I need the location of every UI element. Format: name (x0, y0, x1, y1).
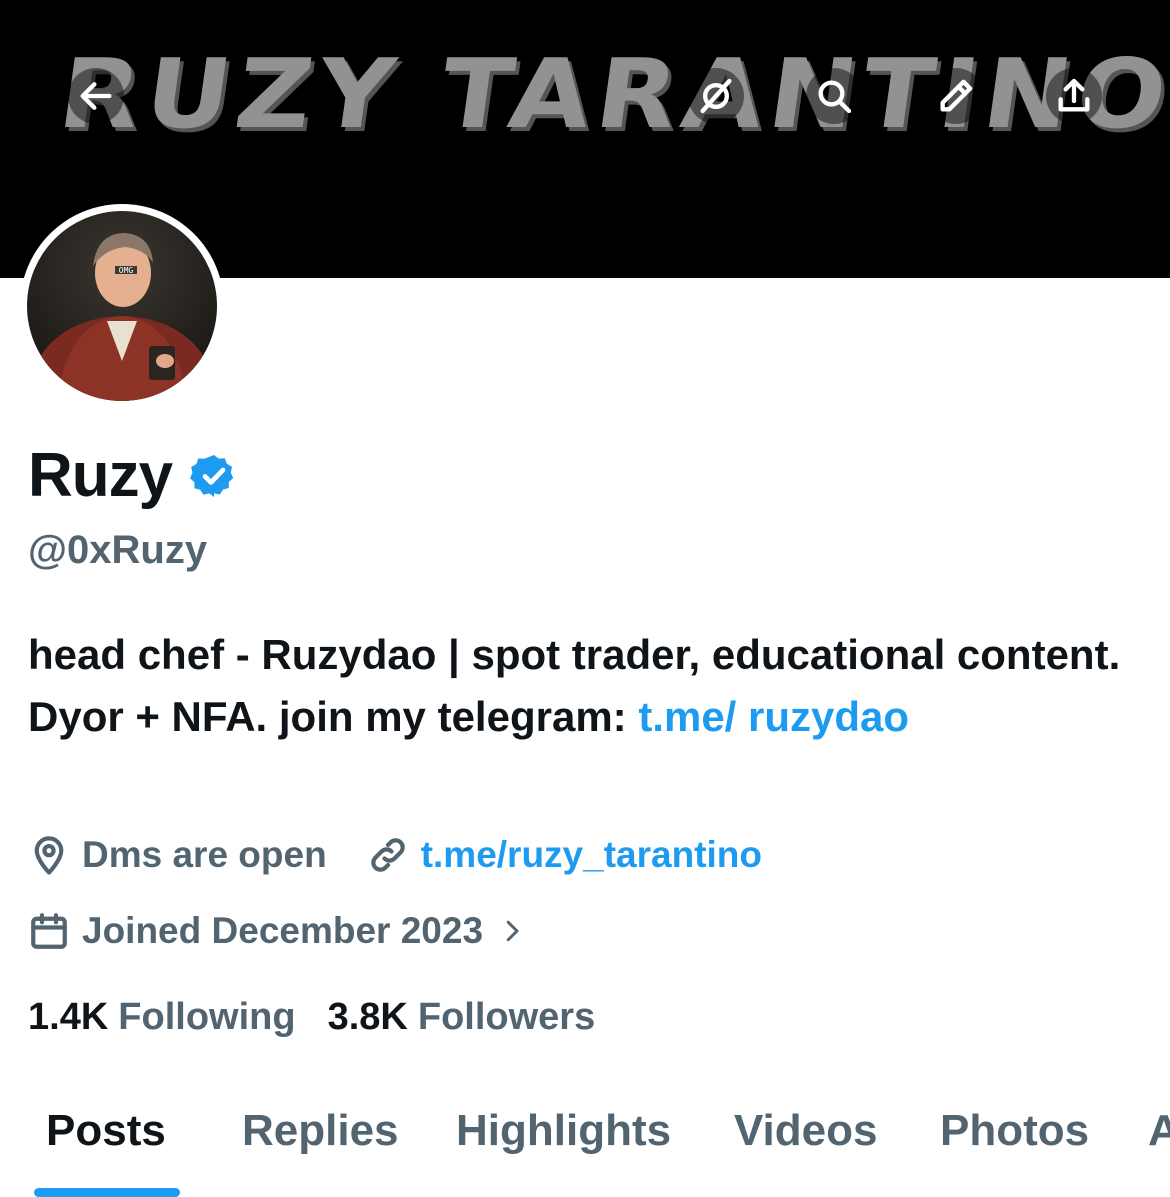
avatar-image: OMG (27, 211, 217, 401)
bio-text: head chef - Ruzydao | spot trader, educa… (28, 631, 1121, 740)
verified-badge-icon[interactable] (190, 452, 238, 500)
tab-articles[interactable]: A (1148, 1106, 1170, 1156)
share-icon (1058, 78, 1090, 112)
followers-stat[interactable]: 3.8K Followers (328, 996, 596, 1039)
search-icon (818, 80, 852, 114)
calendar-icon (31, 913, 67, 949)
joined-text: Joined December 2023 (82, 910, 484, 951)
website-link[interactable]: t.me/ruzy_tarantino (421, 834, 762, 876)
location-text: Dms are open (82, 834, 327, 875)
active-tab-indicator (34, 1188, 180, 1197)
profile-name-row: Ruzy (28, 440, 238, 511)
bio-telegram-link[interactable]: t.me/ ruzydao (638, 693, 909, 740)
follow-stats: 1.4K Following 3.8K Followers (28, 996, 627, 1039)
hide-button[interactable] (688, 68, 744, 124)
banner-art-text: RUZY TARANTINO (52, 38, 1170, 151)
profile-bio: head chef - Ruzydao | spot trader, educa… (28, 624, 1138, 748)
tab-highlights[interactable]: Highlights (456, 1106, 671, 1156)
share-button[interactable] (1046, 68, 1102, 124)
search-button[interactable] (806, 68, 862, 124)
avatar[interactable]: OMG (20, 204, 224, 408)
followers-count: 3.8K (327, 996, 408, 1038)
following-stat[interactable]: 1.4K Following (28, 996, 296, 1039)
meta-row-location-website: Dms are open t.me/ruzy_tarantino (28, 834, 762, 876)
followers-label: Followers (417, 996, 596, 1038)
portrait-illustration: OMG (32, 233, 212, 401)
location-pin-icon (34, 836, 64, 875)
profile-name: Ruzy (28, 441, 173, 510)
avatar-omg-text: OMG (119, 266, 134, 275)
profile-tabs: Posts Replies Highlights Videos Photos A (0, 1100, 1170, 1197)
pencil-icon (940, 79, 973, 112)
tab-videos[interactable]: Videos (734, 1106, 877, 1156)
back-button[interactable] (68, 68, 124, 124)
following-count: 1.4K (28, 996, 109, 1038)
tab-replies[interactable]: Replies (242, 1106, 399, 1156)
tab-photos[interactable]: Photos (940, 1106, 1089, 1156)
edit-button[interactable] (928, 68, 984, 124)
following-label: Following (118, 996, 296, 1038)
back-arrow-icon (80, 82, 112, 110)
profile-handle: @0xRuzy (28, 528, 208, 572)
meta-row-joined[interactable]: Joined December 2023 (28, 910, 539, 952)
eye-off-icon (700, 78, 732, 114)
link-icon (370, 838, 405, 872)
chevron-right-icon (506, 920, 519, 942)
tab-posts[interactable]: Posts (46, 1106, 166, 1156)
